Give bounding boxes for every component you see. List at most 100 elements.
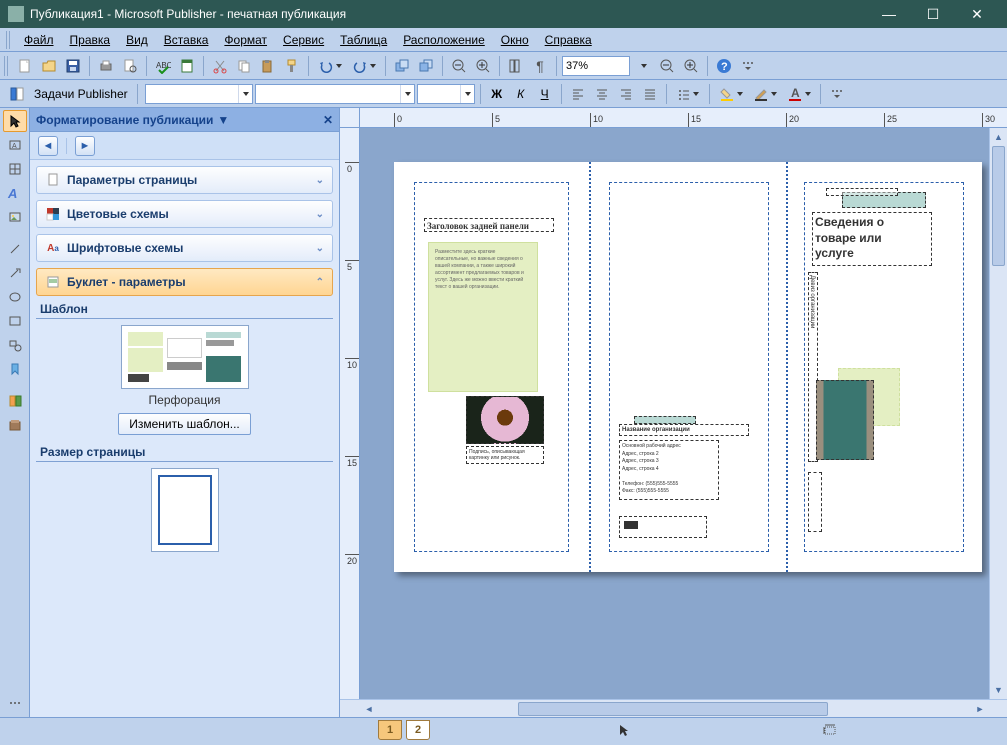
menubar-grip[interactable]	[6, 31, 12, 49]
tasks-label[interactable]: Задачи Publisher	[34, 87, 128, 101]
menu-help[interactable]: Справка	[537, 30, 600, 50]
zoom-in-button[interactable]	[472, 55, 494, 77]
format-painter-button[interactable]	[281, 55, 303, 77]
picture-tool[interactable]	[3, 206, 27, 228]
send-backward-button[interactable]	[415, 55, 437, 77]
columns-button[interactable]	[505, 55, 527, 77]
menu-format[interactable]: Формат	[216, 30, 275, 50]
section-font-schemes[interactable]: Aa Шрифтовые схемы ⌄	[36, 234, 333, 262]
menu-file[interactable]: Файл	[16, 30, 62, 50]
horizontal-scrollbar[interactable]: ◄ ►	[340, 699, 1007, 717]
paste-button[interactable]	[257, 55, 279, 77]
maximize-button[interactable]: ☐	[911, 0, 955, 28]
section-brochure-options[interactable]: Буклет - параметры ⌃	[36, 268, 333, 296]
font-size-combo[interactable]	[417, 84, 475, 104]
vscroll-thumb[interactable]	[992, 146, 1005, 266]
menu-tools[interactable]: Сервис	[275, 30, 332, 50]
toolbar-options-button[interactable]	[737, 55, 759, 77]
flower-picture[interactable]	[466, 396, 544, 444]
zoom-out-2-button[interactable]	[656, 55, 678, 77]
research-button[interactable]	[176, 55, 198, 77]
line-tool[interactable]	[3, 238, 27, 260]
open-button[interactable]	[38, 55, 60, 77]
redo-button[interactable]	[348, 55, 380, 77]
paragraph-marks-button[interactable]: ¶	[529, 55, 551, 77]
arrow-tool[interactable]	[3, 262, 27, 284]
zoom-out-button[interactable]	[448, 55, 470, 77]
section-page-options[interactable]: Параметры страницы ⌄	[36, 166, 333, 194]
save-button[interactable]	[62, 55, 84, 77]
toolbar2-options-button[interactable]	[826, 83, 848, 105]
fill-color-button[interactable]	[715, 83, 747, 105]
document-canvas[interactable]: Заголовок задней панели Разместите здесь…	[360, 128, 1007, 699]
back-panel-heading-textbox[interactable]: Заголовок задней панели	[424, 218, 554, 232]
wordart-tool[interactable]: A	[3, 182, 27, 204]
spellcheck-button[interactable]: ABC	[152, 55, 174, 77]
scroll-right-button[interactable]: ►	[971, 700, 989, 718]
scroll-up-button[interactable]: ▲	[990, 128, 1007, 146]
new-button[interactable]	[14, 55, 36, 77]
align-center-button[interactable]	[591, 83, 613, 105]
menu-window[interactable]: Окно	[493, 30, 537, 50]
minimize-button[interactable]: —	[867, 0, 911, 28]
underline-button[interactable]: Ч	[534, 83, 556, 105]
door-picture[interactable]	[816, 380, 874, 460]
page[interactable]: Заголовок задней панели Разместите здесь…	[394, 162, 982, 572]
page-size-thumbnail[interactable]	[151, 468, 219, 552]
front-title-textbox[interactable]: Сведения о товаре или услуге	[812, 212, 932, 266]
rectangle-tool[interactable]	[3, 310, 27, 332]
ruler-corner[interactable]	[340, 108, 360, 128]
hscroll-thumb[interactable]	[518, 702, 828, 716]
textbox-tool[interactable]: A	[3, 134, 27, 156]
org-heading-textbox[interactable]: Название организации	[619, 424, 749, 436]
align-justify-button[interactable]	[639, 83, 661, 105]
motto-textbox[interactable]	[619, 516, 707, 538]
org-logo-box[interactable]	[634, 416, 696, 424]
template-thumbnail[interactable]	[121, 325, 249, 389]
change-template-button[interactable]: Изменить шаблон...	[118, 413, 251, 435]
content-library-tool[interactable]	[3, 414, 27, 436]
print-button[interactable]	[95, 55, 117, 77]
select-tool[interactable]	[3, 110, 27, 132]
vertical-ruler[interactable]: 0 5 10 15 20	[340, 128, 360, 699]
horizontal-ruler[interactable]: 0 5 10 15 20 25 30	[360, 108, 1007, 128]
zoom-combo[interactable]	[562, 56, 630, 76]
line-color-button[interactable]	[749, 83, 781, 105]
toolbar-grip[interactable]	[4, 56, 10, 76]
zoom-in-2-button[interactable]	[680, 55, 702, 77]
font-combo[interactable]	[255, 84, 415, 104]
menu-view[interactable]: Вид	[118, 30, 156, 50]
page-tab-2[interactable]: 2	[406, 720, 430, 740]
menu-edit[interactable]: Правка	[62, 30, 119, 50]
autoshapes-tool[interactable]	[3, 334, 27, 356]
vertical-scrollbar[interactable]: ▲ ▼	[989, 128, 1007, 699]
toolbox-options-button[interactable]	[3, 695, 27, 717]
design-gallery-tool[interactable]	[3, 390, 27, 412]
copy-button[interactable]	[233, 55, 255, 77]
caption-textbox[interactable]: Подпись, описывающая картинку или рисуно…	[466, 446, 544, 464]
menu-arrange[interactable]: Расположение	[395, 30, 493, 50]
scroll-left-button[interactable]: ◄	[360, 700, 378, 718]
menu-insert[interactable]: Вставка	[156, 30, 217, 50]
bring-forward-button[interactable]	[391, 55, 413, 77]
style-combo[interactable]	[145, 84, 253, 104]
bold-button[interactable]: Ж	[486, 83, 508, 105]
italic-button[interactable]: К	[510, 83, 532, 105]
taskpane-close-button[interactable]: ✕	[323, 113, 333, 127]
scroll-down-button[interactable]: ▼	[990, 681, 1007, 699]
section-color-schemes[interactable]: Цветовые схемы ⌄	[36, 200, 333, 228]
help-button[interactable]: ?	[713, 55, 735, 77]
phone-vertical-textbox[interactable]	[808, 472, 822, 532]
align-left-button[interactable]	[567, 83, 589, 105]
back-panel-body-textbox[interactable]: Разместите здесь краткие описательные, н…	[428, 242, 538, 392]
cut-button[interactable]	[209, 55, 231, 77]
taskpane-forward-button[interactable]: ►	[75, 136, 95, 156]
org-name-textbox[interactable]	[826, 188, 898, 196]
print-preview-button[interactable]	[119, 55, 141, 77]
undo-button[interactable]	[314, 55, 346, 77]
page-tab-1[interactable]: 1	[378, 720, 402, 740]
tasks-icon[interactable]	[6, 83, 28, 105]
taskpane-back-button[interactable]: ◄	[38, 136, 58, 156]
font-color-button[interactable]: A	[783, 83, 815, 105]
address-textbox[interactable]: Основной рабочий адресАдрес, строка 2Адр…	[619, 440, 719, 500]
